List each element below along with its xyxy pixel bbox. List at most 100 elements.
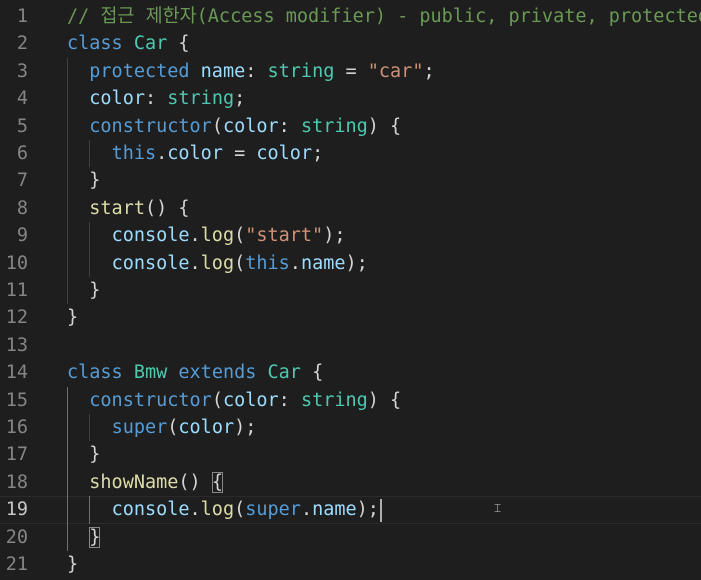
line-number: 16 (5, 417, 28, 438)
code-token: } (67, 280, 101, 301)
code-text: } (67, 524, 101, 551)
code-line[interactable]: 8 start() { (0, 195, 701, 222)
code-token: color (178, 417, 235, 438)
code-token: string (300, 389, 368, 411)
code-token: . (300, 499, 313, 521)
code-token: class (67, 362, 123, 384)
code-text: color: string; (67, 85, 245, 112)
line-number: 14 (5, 362, 28, 384)
code-token: constructor (89, 115, 212, 137)
code-token: ); (323, 225, 346, 247)
line-number: 11 (5, 280, 28, 301)
indent-guide (89, 414, 91, 442)
code-token: "start" (245, 225, 324, 247)
code-token: () (178, 471, 212, 493)
code-token: ; (423, 60, 435, 82)
code-token: ( (234, 252, 246, 274)
code-text: constructor(color: string) { (67, 387, 401, 414)
code-line[interactable]: 6 this.color = color; (0, 140, 701, 167)
code-line[interactable]: 9 console.log("start"); (0, 222, 701, 249)
code-token: console (111, 225, 190, 247)
code-text: } (67, 441, 100, 468)
code-token: console (111, 499, 190, 521)
indent-guide (89, 140, 91, 168)
code-token: ; (234, 88, 246, 110)
code-text: // 접근 제한자(Access modifier) - public, pri… (67, 3, 701, 30)
code-token: } (67, 307, 79, 329)
code-line[interactable]: 5 constructor(color: string) { (0, 113, 701, 140)
code-editor[interactable]: 1 // 접근 제한자(Access modifier) - public, pr… (0, 0, 701, 580)
code-line[interactable]: 20 } (0, 524, 701, 551)
code-text: protected name: string = "car"; (67, 58, 435, 85)
code-token: string (300, 115, 368, 137)
code-line[interactable]: 16 super(color); (0, 414, 701, 441)
line-number: 1 (16, 6, 28, 27)
matching-bracket: } (89, 526, 101, 548)
code-token: } (67, 170, 101, 192)
code-token: this (245, 252, 290, 274)
code-token: string (167, 88, 235, 110)
code-line[interactable]: 12} (0, 304, 701, 331)
code-token: color (222, 115, 279, 137)
indent-guide (67, 386, 68, 551)
code-token: log (200, 499, 235, 521)
line-number: 6 (16, 143, 28, 164)
code-token: : (278, 389, 301, 411)
code-token: ); (356, 499, 379, 521)
code-token: name (200, 60, 246, 82)
line-number: 7 (16, 170, 28, 192)
code-token: . (189, 225, 201, 247)
code-token: log (200, 225, 235, 247)
code-token: : (278, 115, 301, 137)
line-number: 9 (16, 225, 28, 247)
code-token: { (300, 362, 324, 384)
line-number: 12 (5, 307, 28, 329)
code-line[interactable]: 14 class Bmw extends Car { (0, 359, 701, 386)
code-line[interactable]: 2 class Car { (0, 30, 701, 57)
code-text: super(color); (67, 414, 257, 441)
code-text: showName() { (67, 469, 223, 496)
code-token: { (167, 33, 190, 55)
code-line[interactable]: 7 } (0, 167, 701, 194)
code-line[interactable]: 21} (0, 551, 701, 578)
code-token: ) { (367, 115, 402, 137)
line-number: 20 (5, 526, 28, 548)
mouse-ibeam-icon: ⌶ (494, 501, 502, 516)
code-token: ); (345, 252, 368, 274)
code-line[interactable]: 17 } (0, 441, 701, 468)
code-line[interactable]: 13 (0, 332, 701, 359)
code-token: start (89, 197, 145, 219)
line-number: 5 (16, 115, 28, 137)
code-line[interactable]: 18 showName() { (0, 469, 701, 496)
code-token: console (111, 252, 190, 274)
code-line[interactable]: 4 color: string; (0, 85, 701, 112)
code-token: extends (178, 362, 257, 384)
code-line[interactable]: 10 console.log(this.name); (0, 250, 701, 277)
code-token: this (111, 143, 157, 164)
line-number: 19 (5, 499, 28, 521)
code-text: console.log("start"); (67, 222, 346, 249)
code-line[interactable]: 19 console.log(super.name); (0, 496, 701, 524)
code-line[interactable]: 1 // 접근 제한자(Access modifier) - public, pr… (0, 3, 701, 30)
code-text: console.log(super.name); (67, 497, 379, 522)
code-token: ( (211, 115, 223, 137)
line-number: 17 (5, 444, 28, 466)
text-cursor (379, 499, 382, 522)
code-token: Car (133, 33, 168, 55)
code-token: = (222, 143, 257, 164)
indent-guide (67, 57, 68, 305)
code-line[interactable]: 11 } (0, 277, 701, 304)
code-token: name (312, 499, 357, 521)
code-line[interactable]: 3 protected name: string = "car"; (0, 58, 701, 85)
code-text: } (67, 277, 100, 304)
code-line[interactable]: 15 constructor(color: string) { (0, 387, 701, 414)
code-text: class Bmw extends Car { (67, 359, 323, 386)
